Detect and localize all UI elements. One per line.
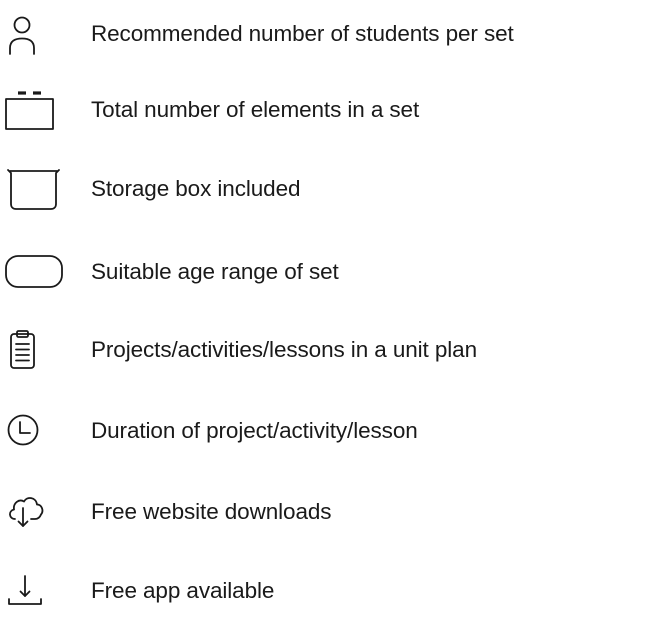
- legend-label: Duration of project/activity/lesson: [91, 418, 418, 443]
- legend-item-website-downloads: Free website downloads: [0, 486, 654, 538]
- legend-item-age-range: Suitable age range of set: [0, 246, 654, 298]
- person-icon: [0, 8, 64, 60]
- clipboard-icon: [0, 324, 64, 376]
- legend-label: Free website downloads: [91, 499, 332, 524]
- legend-label: Suitable age range of set: [91, 259, 339, 284]
- legend-label: Storage box included: [91, 176, 301, 201]
- clock-icon: [0, 405, 64, 457]
- legend-label: Total number of elements in a set: [91, 97, 420, 122]
- legend-item-duration: Duration of project/activity/lesson: [0, 405, 654, 457]
- legend-item-app: Free app available: [0, 565, 654, 617]
- legend-item-storage: Storage box included: [0, 163, 654, 215]
- legend-label: Projects/activities/lessons in a unit pl…: [91, 337, 477, 362]
- icon-legend: Recommended number of students per set T…: [0, 0, 654, 610]
- legend-item-elements: Total number of elements in a set: [0, 84, 654, 136]
- legend-label: Recommended number of students per set: [91, 21, 514, 46]
- download-tray-icon: [0, 565, 64, 617]
- rounded-rectangle-icon: [0, 246, 64, 298]
- storage-bin-icon: [0, 163, 64, 215]
- legend-item-students: Recommended number of students per set: [0, 8, 654, 60]
- legend-label: Free app available: [91, 578, 275, 603]
- box-elements-icon: [0, 84, 64, 136]
- legend-item-unit-plan: Projects/activities/lessons in a unit pl…: [0, 324, 654, 376]
- cloud-download-icon: [0, 486, 64, 538]
